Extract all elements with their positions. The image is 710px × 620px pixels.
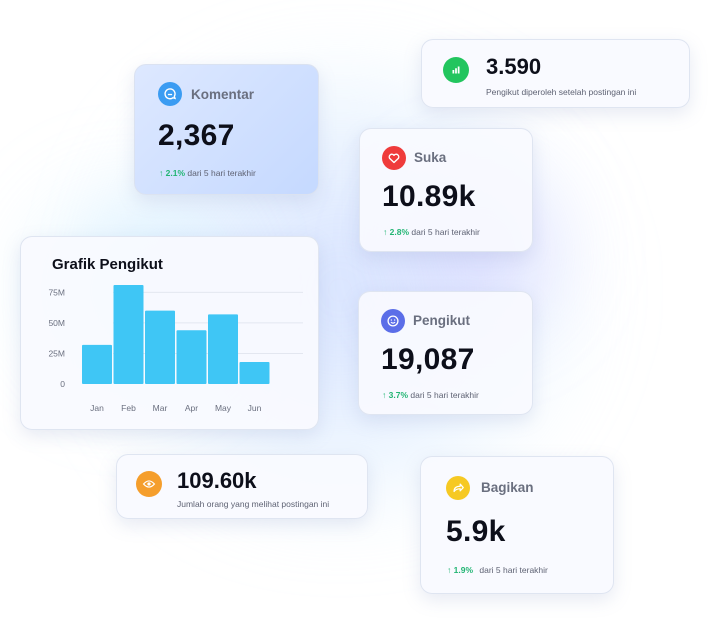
comments-value: 2,367: [158, 119, 235, 152]
bar-jun: [239, 362, 270, 384]
share-icon: [446, 476, 470, 500]
likes-card: Suka 10.89k ↑ 2.8% dari 5 hari terakhir: [359, 128, 533, 252]
followers-gained-card: 3.590 Pengikut diperoleh setelah posting…: [421, 39, 690, 108]
x-tick-label: Apr: [185, 403, 198, 413]
followers-gained-description: Pengikut diperoleh setelah postingan ini: [486, 87, 637, 97]
views-value: 109.60k: [177, 468, 257, 493]
bar-chart-icon: [443, 57, 469, 83]
likes-value: 10.89k: [382, 180, 476, 213]
bar-mar: [145, 310, 175, 384]
bar-may: [208, 314, 238, 384]
arrow-up-icon: ↑: [447, 565, 452, 575]
arrow-up-icon: ↑: [383, 227, 388, 237]
comments-trend: ↑ 2.1% dari 5 hari terakhir: [159, 168, 256, 178]
arrow-up-icon: ↑: [159, 168, 164, 178]
shares-card: Bagikan 5.9k ↑ 1.9% dari 5 hari terakhir: [420, 456, 614, 594]
views-card: 109.60k Jumlah orang yang melihat postin…: [116, 454, 368, 519]
y-tick-label: 75M: [48, 287, 65, 297]
comment-icon: [158, 82, 182, 106]
bar-apr: [176, 330, 207, 384]
x-tick-label: Jan: [90, 403, 104, 413]
views-description: Jumlah orang yang melihat postingan ini: [177, 499, 330, 509]
followers-bar-chart: 0 25M 50M 75M Jan Feb Mar Apr May Jun: [48, 285, 303, 413]
followers-trend: ↑ 3.7% dari 5 hari terakhir: [382, 390, 479, 400]
likes-trend-percent: 2.8%: [389, 227, 409, 237]
likes-trend-text: dari 5 hari terakhir: [411, 227, 480, 237]
followers-gained-value: 3.590: [486, 54, 542, 79]
y-tick-label: 0: [60, 379, 65, 389]
comments-label: Komentar: [191, 87, 255, 102]
smile-icon: [381, 309, 405, 333]
followers-trend-text: dari 5 hari terakhir: [410, 390, 479, 400]
followers-label: Pengikut: [413, 313, 471, 328]
eye-icon: [136, 471, 162, 497]
x-tick-label: Feb: [121, 403, 136, 413]
likes-label: Suka: [414, 150, 447, 165]
followers-chart-card: Grafik Pengikut 0 25M 50M 75M Jan Feb Mar Apr Ma…: [20, 236, 319, 430]
comments-trend-percent: 2.1%: [165, 168, 185, 178]
shares-label: Bagikan: [481, 480, 534, 495]
shares-trend-percent: 1.9%: [453, 565, 473, 575]
heart-icon: [382, 146, 406, 170]
comments-trend-text: dari 5 hari terakhir: [187, 168, 256, 178]
followers-trend-percent: 3.7%: [388, 390, 408, 400]
shares-trend: ↑ 1.9% dari 5 hari terakhir: [447, 565, 548, 575]
y-tick-label: 50M: [48, 318, 65, 328]
shares-value: 5.9k: [446, 515, 506, 548]
bar-jan: [82, 344, 112, 384]
x-tick-label: Mar: [153, 403, 168, 413]
x-tick-label: May: [215, 403, 232, 413]
shares-trend-text: dari 5 hari terakhir: [479, 565, 548, 575]
followers-value: 19,087: [381, 343, 475, 376]
x-tick-label: Jun: [248, 403, 262, 413]
likes-trend: ↑ 2.8% dari 5 hari terakhir: [383, 227, 480, 237]
bar-feb: [113, 285, 144, 384]
y-tick-label: 25M: [48, 348, 65, 358]
comments-card: Komentar 2,367 ↑ 2.1% dari 5 hari terakh…: [134, 64, 319, 195]
arrow-up-icon: ↑: [382, 390, 387, 400]
followers-card: Pengikut 19,087 ↑ 3.7% dari 5 hari terak…: [358, 291, 533, 415]
